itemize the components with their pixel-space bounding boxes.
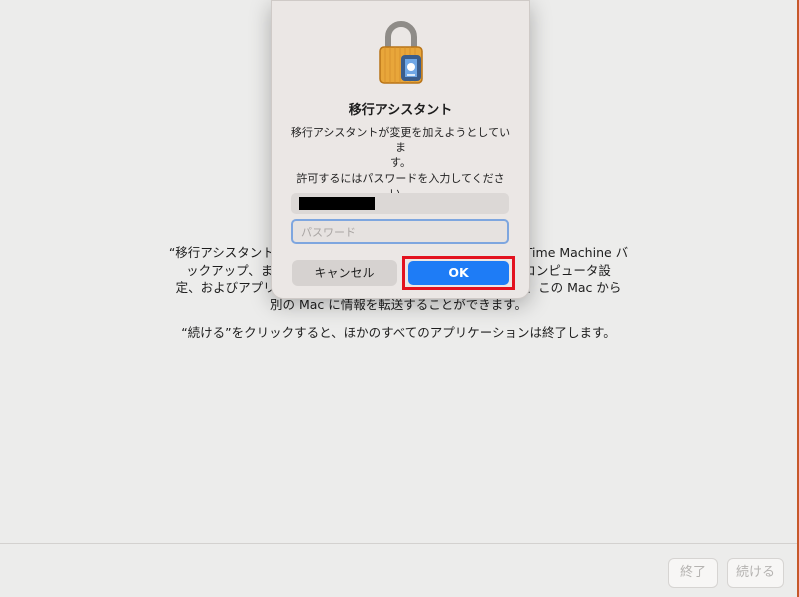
- cancel-button[interactable]: キャンセル: [292, 260, 397, 286]
- password-field-wrap[interactable]: [291, 219, 509, 244]
- continue-button[interactable]: 続ける: [727, 558, 784, 588]
- ok-highlight-box: OK: [402, 256, 515, 290]
- footer-divider: [0, 543, 797, 544]
- redacted-username: [299, 197, 375, 210]
- quit-button[interactable]: 終了: [668, 558, 718, 588]
- ok-button[interactable]: OK: [408, 261, 509, 285]
- auth-dialog: 移行アシスタント 移行アシスタントが変更を加えようとしていま す。 許可するには…: [271, 0, 530, 299]
- quit-notice-text: “続ける”をクリックすると、ほかのすべてのアプリケーションは終了します。: [181, 325, 616, 340]
- lock-icon: [379, 21, 423, 84]
- dialog-title: 移行アシスタント: [348, 103, 453, 118]
- password-input[interactable]: [293, 222, 507, 243]
- dialog-message: 移行アシスタントが変更を加えようとしていま す。: [290, 126, 511, 169]
- username-field[interactable]: [291, 193, 509, 214]
